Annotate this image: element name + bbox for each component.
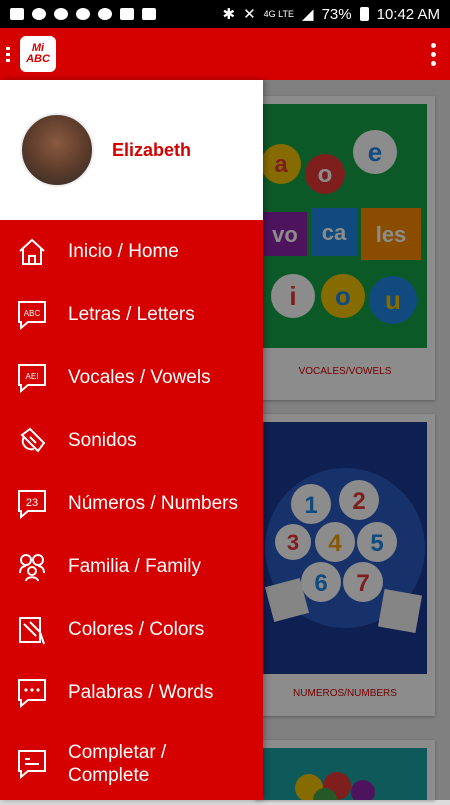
complete-icon [18,750,46,780]
words-icon [18,678,46,708]
app-logo[interactable]: Mi ABC [20,36,56,72]
menu-item-label: Inicio / Home [68,241,179,262]
menu-item-label: Números / Numbers [68,493,238,514]
svg-text:AEI: AEI [26,372,39,381]
svg-text:23: 23 [26,497,38,509]
svg-text:ABC: ABC [24,309,41,318]
abc-letters-icon: ABC [18,300,46,330]
chat-icon [54,8,68,20]
sync-icon [32,8,46,20]
mute-icon: ✕ [243,6,256,23]
chat-icon [76,8,90,20]
wifi-call-icon [98,8,112,20]
aei-vowels-icon: AEI [18,363,46,393]
menu-item-label: Completar / Complete [68,742,167,786]
clock: 10:42 AM [376,5,440,23]
logo-text-bottom: ABC [26,53,50,65]
menu-item-colors[interactable]: Colores / Colors [0,598,263,661]
menu-item-complete[interactable]: Completar / Complete [0,724,263,804]
family-icon [19,553,45,581]
navigation-drawer: Elizabeth Inicio / Home ABC Letras / Let… [0,80,263,800]
notification-icons [10,8,156,20]
menu-item-label: Sonidos [68,430,137,451]
battery-percent: 73% [321,5,352,23]
colors-icon [19,616,45,644]
hamburger-icon[interactable] [6,46,10,62]
menu-item-label: Vocales / Vowels [68,367,211,388]
menu-item-vowels[interactable]: AEI Vocales / Vowels [0,346,263,409]
youtube-icon [10,8,24,20]
flipboard-icon [120,8,134,20]
menu-item-label: Familia / Family [68,556,202,577]
menu-item-numbers[interactable]: 23 Números / Numbers [0,472,263,535]
numbers-icon: 23 [18,489,46,519]
bluetooth-icon: ✱ [222,6,236,23]
home-icon [19,238,45,265]
menu-item-label: Letras / Letters [68,304,195,325]
overflow-menu-icon[interactable] [431,42,436,66]
network-type: 4G LTE [263,9,295,19]
menu-item-label: Palabras / Words [68,682,214,703]
system-icons: ✱ ✕ 4G LTE ◢ 73% 10:42 AM [222,5,440,24]
user-avatar[interactable] [20,113,94,187]
battery-icon [359,7,369,21]
drawer-header: Elizabeth [0,80,263,220]
menu-item-sounds[interactable]: Sonidos [0,409,263,472]
menu-item-label: Colores / Colors [68,619,205,640]
app-bar: Mi ABC [0,28,450,80]
flipboard-icon [142,8,156,20]
menu-item-home[interactable]: Inicio / Home [0,220,263,283]
menu-item-family[interactable]: Familia / Family [0,535,263,598]
user-name: Elizabeth [112,139,192,160]
sound-icon [20,427,46,453]
signal-icon: ◢ [302,6,314,23]
status-bar: ✱ ✕ 4G LTE ◢ 73% 10:42 AM [0,0,450,28]
menu-item-letters[interactable]: ABC Letras / Letters [0,283,263,346]
menu-item-words[interactable]: Palabras / Words [0,661,263,724]
